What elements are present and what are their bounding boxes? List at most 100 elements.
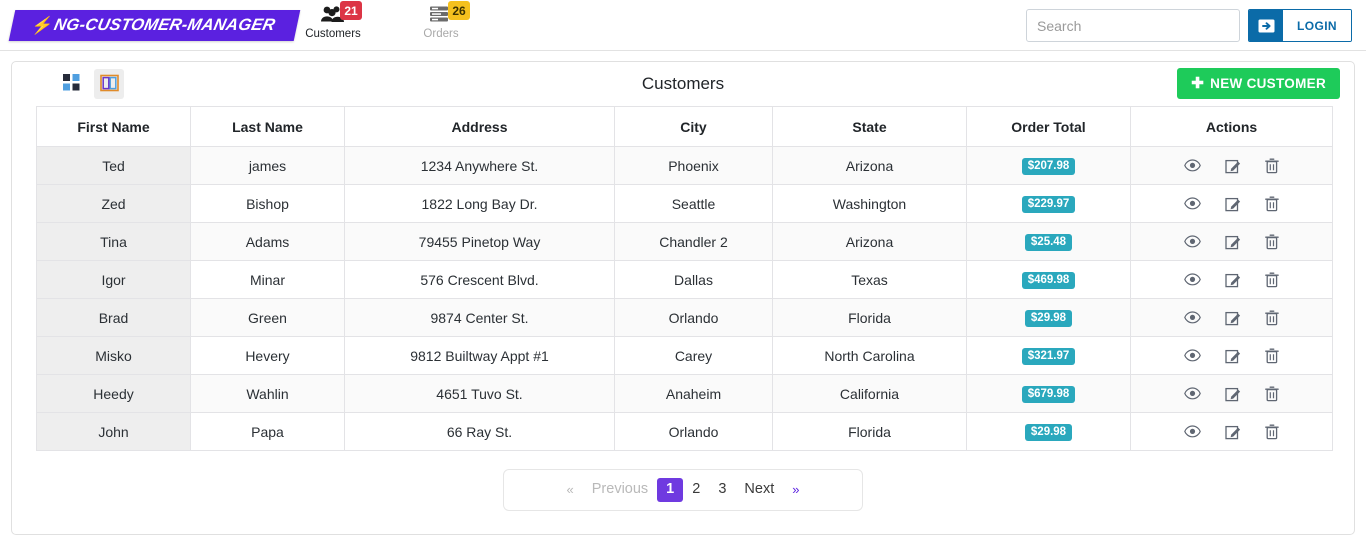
cell-order-total: $229.97 [966, 184, 1131, 223]
login-button[interactable]: LOGIN [1283, 10, 1351, 41]
edit-icon[interactable] [1225, 196, 1241, 212]
new-customer-button[interactable]: ✚ NEW CUSTOMER [1177, 68, 1340, 99]
column-header-order-total[interactable]: Order Total [966, 106, 1131, 147]
order-total-badge: $469.98 [1021, 271, 1076, 290]
trash-icon[interactable] [1265, 158, 1279, 174]
cell-order-total: $29.98 [966, 412, 1131, 451]
edit-icon[interactable] [1225, 348, 1241, 364]
cell-state: North Carolina [772, 336, 967, 375]
cell-actions [1130, 260, 1333, 299]
cell-address: 1234 Anywhere St. [344, 146, 615, 185]
eye-icon[interactable] [1184, 273, 1201, 286]
table-row[interactable]: Ted james 1234 Anywhere St. Phoenix Arizona $… [36, 146, 1333, 185]
edit-icon[interactable] [1225, 234, 1241, 250]
eye-icon[interactable] [1184, 311, 1201, 324]
table-columns-icon [99, 74, 119, 95]
cell-order-total: $321.97 [966, 336, 1131, 375]
column-header-actions: Actions [1130, 106, 1333, 147]
view-toggle-group [56, 69, 124, 99]
trash-icon[interactable] [1265, 310, 1279, 326]
eye-icon[interactable] [1184, 387, 1201, 400]
pagination: « Previous 1 2 3 Next » [503, 469, 863, 511]
nav-item-orders-label: Orders [423, 28, 459, 40]
trash-icon[interactable] [1265, 386, 1279, 402]
cell-last-name: Wahlin [190, 374, 345, 413]
cell-city: Carey [614, 336, 773, 375]
cell-address: 79455 Pinetop Way [344, 222, 615, 261]
edit-icon[interactable] [1225, 272, 1241, 288]
trash-icon[interactable] [1265, 272, 1279, 288]
cell-first-name: Heedy [36, 374, 191, 413]
edit-icon[interactable] [1225, 424, 1241, 440]
row-actions [1132, 348, 1331, 364]
table-row[interactable]: John Papa 66 Ray St. Orlando Florida $29.98 [36, 412, 1333, 451]
order-total-badge: $679.98 [1021, 385, 1076, 404]
eye-icon[interactable] [1184, 159, 1201, 172]
edit-icon[interactable] [1225, 386, 1241, 402]
sign-in-icon[interactable] [1249, 10, 1283, 41]
orders-badge: 26 [448, 1, 470, 20]
eye-icon[interactable] [1184, 235, 1201, 248]
pagination-first[interactable]: « [558, 479, 583, 501]
table-row[interactable]: Tina Adams 79455 Pinetop Way Chandler 2 Ariz… [36, 222, 1333, 261]
cell-address: 4651 Tuvo St. [344, 374, 615, 413]
nav-item-customers[interactable]: 21 Customers [300, 1, 366, 40]
app-logo[interactable]: ⚡ NG-CUSTOMER-MANAGER [8, 9, 301, 41]
eye-icon[interactable] [1184, 197, 1201, 210]
table-view-button[interactable] [94, 69, 124, 99]
cell-state: Washington [772, 184, 967, 223]
grid-icon [62, 74, 80, 94]
cell-state: California [772, 374, 967, 413]
search-input[interactable] [1026, 9, 1240, 42]
cell-actions [1130, 298, 1333, 337]
pagination-page-1[interactable]: 1 [657, 478, 684, 502]
column-header-first-name[interactable]: First Name [36, 106, 191, 147]
customers-badge: 21 [340, 1, 362, 20]
table-row[interactable]: Igor Minar 576 Crescent Blvd. Dallas Texas $4… [36, 260, 1333, 299]
table-row[interactable]: Zed Bishop 1822 Long Bay Dr. Seattle Washing… [36, 184, 1333, 223]
pagination-last[interactable]: » [783, 479, 808, 501]
plus-icon: ✚ [1191, 75, 1205, 92]
cell-address: 576 Crescent Blvd. [344, 260, 615, 299]
nav-item-orders[interactable]: 26 Orders [408, 1, 474, 40]
trash-icon[interactable] [1265, 196, 1279, 212]
cell-last-name: james [190, 146, 345, 185]
pagination-page-3[interactable]: 3 [709, 478, 735, 501]
trash-icon[interactable] [1265, 234, 1279, 250]
column-header-state[interactable]: State [772, 106, 967, 147]
column-header-last-name[interactable]: Last Name [190, 106, 345, 147]
grid-view-button[interactable] [56, 69, 86, 99]
pagination-page-2[interactable]: 2 [683, 478, 709, 501]
cell-city: Orlando [614, 298, 773, 337]
navbar-right-group: LOGIN [1026, 9, 1352, 42]
order-total-badge: $321.97 [1021, 347, 1076, 366]
cell-actions [1130, 184, 1333, 223]
cell-city: Orlando [614, 412, 773, 451]
cell-city: Phoenix [614, 146, 773, 185]
eye-icon[interactable] [1184, 425, 1201, 438]
edit-icon[interactable] [1225, 310, 1241, 326]
cell-actions [1130, 222, 1333, 261]
cell-last-name: Minar [190, 260, 345, 299]
login-group[interactable]: LOGIN [1248, 9, 1352, 42]
eye-icon[interactable] [1184, 349, 1201, 362]
cell-city: Dallas [614, 260, 773, 299]
trash-icon[interactable] [1265, 424, 1279, 440]
table-row[interactable]: Brad Green 9874 Center St. Orlando Florida $2… [36, 298, 1333, 337]
pagination-previous[interactable]: Previous [583, 478, 657, 501]
row-actions [1132, 386, 1331, 402]
cell-state: Florida [772, 412, 967, 451]
column-header-address[interactable]: Address [344, 106, 615, 147]
cell-last-name: Adams [190, 222, 345, 261]
table-row[interactable]: Misko Hevery 9812 Builtway Appt #1 Carey Nor… [36, 336, 1333, 375]
order-total-badge: $229.97 [1021, 195, 1076, 214]
order-total-badge: $29.98 [1024, 309, 1073, 328]
row-actions [1132, 310, 1331, 326]
edit-icon[interactable] [1225, 158, 1241, 174]
table-row[interactable]: Heedy Wahlin 4651 Tuvo St. Anaheim Californi… [36, 374, 1333, 413]
order-total-badge: $207.98 [1021, 157, 1076, 176]
pagination-next[interactable]: Next [735, 478, 783, 501]
column-header-city[interactable]: City [614, 106, 773, 147]
cell-city: Anaheim [614, 374, 773, 413]
trash-icon[interactable] [1265, 348, 1279, 364]
